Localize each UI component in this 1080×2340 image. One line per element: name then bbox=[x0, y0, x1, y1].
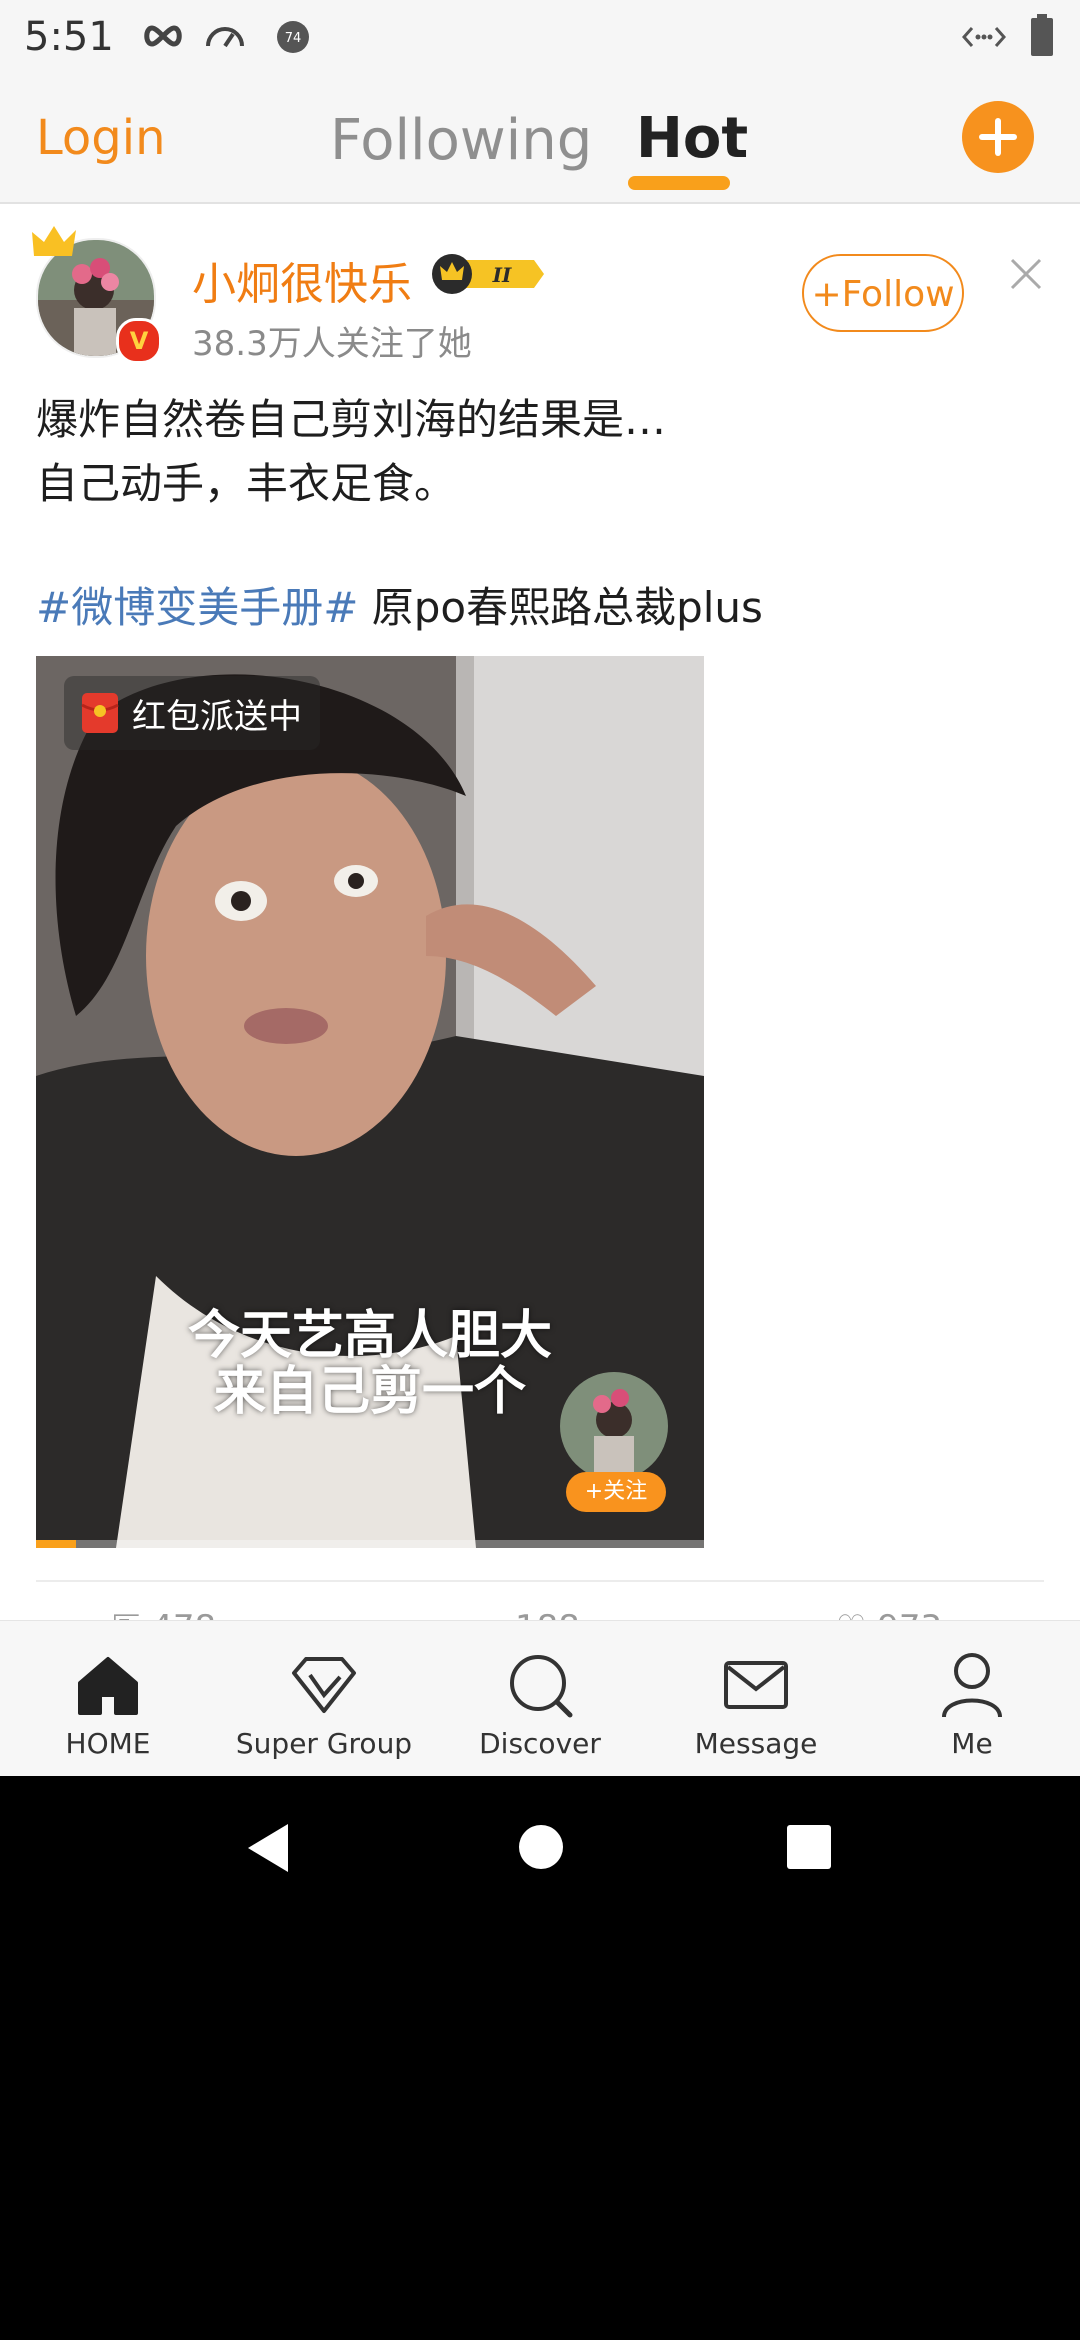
person-icon bbox=[942, 1653, 1002, 1718]
tab-label: HOME bbox=[65, 1727, 151, 1760]
tab-following[interactable]: Following bbox=[330, 108, 592, 173]
hashtag-text: 原po春熙路总裁plus bbox=[358, 583, 763, 632]
video-author-photo bbox=[560, 1372, 668, 1480]
recents-icon[interactable] bbox=[786, 1824, 832, 1870]
user-avatar-group[interactable]: V bbox=[32, 226, 162, 364]
video-player[interactable]: 红包派送中 今天艺高人胆大 来自己剪一个 +关注 bbox=[36, 656, 704, 1548]
home-circle-icon[interactable] bbox=[518, 1824, 564, 1870]
tab-label: Discover bbox=[479, 1727, 601, 1760]
username[interactable]: 小炯很快乐 bbox=[192, 248, 412, 312]
top-nav: Login Following Hot bbox=[0, 72, 1080, 204]
speedometer-icon bbox=[206, 27, 244, 48]
envelope-icon bbox=[724, 1661, 788, 1709]
bottom-tab-bar: HOME Super Group Discover Message Me bbox=[0, 1620, 1080, 1776]
diamond-icon bbox=[292, 1657, 356, 1713]
svg-text:74: 74 bbox=[285, 31, 302, 46]
search-icon bbox=[510, 1655, 573, 1718]
verified-badge: V bbox=[116, 318, 162, 364]
battery-icon bbox=[1031, 14, 1053, 56]
login-link[interactable]: Login bbox=[36, 110, 166, 166]
vip-badge-icon: II bbox=[432, 254, 544, 294]
video-progress-bar[interactable] bbox=[36, 1540, 704, 1548]
plus-icon bbox=[979, 118, 1017, 156]
tab-message[interactable]: Message bbox=[648, 1621, 864, 1776]
video-caption-line: 今天艺高人胆大 bbox=[187, 1306, 552, 1366]
data-transfer-icon bbox=[962, 27, 1006, 47]
post-text: 爆炸自然卷自己剪刘海的结果是… 自己动手，丰衣足食。 bbox=[36, 388, 1036, 516]
screen: 5:51 74 Login Following Hot V 小炯很快乐 II 3… bbox=[0, 0, 1080, 2340]
video-follow-button[interactable]: +关注 bbox=[566, 1472, 666, 1512]
infinity-icon bbox=[144, 25, 182, 47]
status-time: 5:51 bbox=[24, 14, 114, 60]
video-author-avatar[interactable] bbox=[560, 1372, 668, 1480]
follower-count: 38.3万人关注了她 bbox=[192, 324, 472, 364]
divider bbox=[36, 1580, 1044, 1582]
red-packet-icon bbox=[81, 693, 119, 733]
red-packet-label: 红包派送中 bbox=[132, 696, 302, 737]
hashtag-link[interactable]: #微博变美手册# bbox=[36, 583, 358, 632]
post-line: 爆炸自然卷自己剪刘海的结果是… bbox=[36, 395, 667, 444]
active-tab-indicator bbox=[628, 176, 730, 190]
system-nav-bar bbox=[0, 1776, 1080, 1916]
tab-hot[interactable]: Hot bbox=[636, 106, 748, 171]
hashtag-line: #微博变美手册# 原po春熙路总裁plus bbox=[36, 574, 763, 635]
compose-button[interactable] bbox=[962, 101, 1034, 173]
tab-label: Super Group bbox=[235, 1727, 413, 1760]
tab-label: Me bbox=[951, 1727, 993, 1760]
tab-super-group[interactable]: Super Group bbox=[216, 1621, 432, 1776]
crown-icon bbox=[32, 226, 76, 256]
video-progress-fill bbox=[36, 1540, 77, 1548]
tab-label: Message bbox=[694, 1727, 818, 1760]
back-icon[interactable] bbox=[244, 1822, 292, 1874]
tab-home[interactable]: HOME bbox=[0, 1621, 216, 1776]
svg-text:II: II bbox=[492, 263, 512, 287]
tab-me[interactable]: Me bbox=[864, 1621, 1080, 1776]
post-line: 自己动手，丰衣足食。 bbox=[36, 459, 457, 508]
home-icon bbox=[78, 1657, 138, 1715]
notification-badge-icon: 74 bbox=[277, 21, 309, 53]
red-packet-badge[interactable]: 红包派送中 bbox=[64, 676, 320, 750]
weibo-app: 5:51 74 Login Following Hot V 小炯很快乐 II 3… bbox=[0, 0, 1080, 1776]
status-bar: 5:51 74 bbox=[0, 0, 1080, 72]
tab-discover[interactable]: Discover bbox=[432, 1621, 648, 1776]
close-icon[interactable] bbox=[1008, 256, 1044, 292]
follow-button[interactable]: +Follow bbox=[802, 254, 964, 332]
